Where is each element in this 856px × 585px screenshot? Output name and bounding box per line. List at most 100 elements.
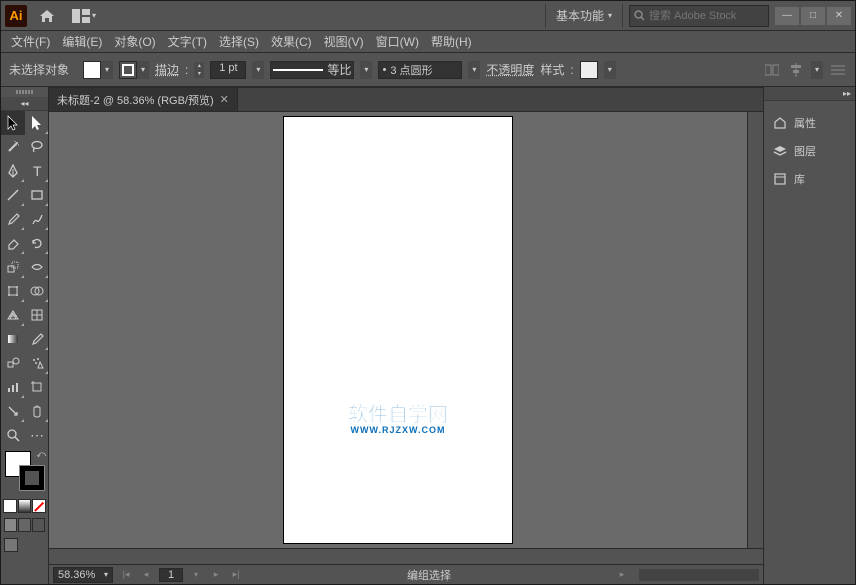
color-mode-none[interactable] [32,499,46,513]
style-swatch[interactable] [580,61,598,79]
paintbrush-tool[interactable] [1,207,25,231]
menu-type[interactable]: 文字(T) [162,30,213,53]
line-tool[interactable] [1,183,25,207]
next-artboard-button[interactable]: ▸ [209,568,223,582]
close-tab-icon[interactable]: ✕ [220,93,229,106]
artboard[interactable]: 软件自学网 WWW.RJZXW.COM [283,116,513,544]
screen-mode[interactable] [4,538,18,552]
edit-toolbar[interactable]: ⋯ [25,423,49,447]
search-input[interactable] [649,10,764,22]
style-dropdown[interactable]: ▾ [604,61,616,79]
opacity-label[interactable]: 不透明度 [486,61,534,78]
zoom-level[interactable]: 58.36% ▾ [53,567,113,583]
document-tab[interactable]: 未标题-2 @ 58.36% (RGB/预览) ✕ [49,88,238,111]
color-mode-gradient[interactable] [18,499,32,513]
artboard-tool[interactable] [25,375,49,399]
app-icon: Ai [5,5,27,27]
first-artboard-button[interactable]: |◂ [119,568,133,582]
stroke-weight-dropdown[interactable]: ▾ [252,61,264,79]
zoom-tool[interactable] [1,423,25,447]
slice-tool[interactable] [1,399,25,423]
column-graph-tool[interactable] [1,375,25,399]
stroke-dropdown[interactable]: ▾ [137,61,149,79]
draw-normal[interactable] [4,518,17,532]
canvas[interactable]: 软件自学网 WWW.RJZXW.COM [49,112,747,548]
minimize-button[interactable]: — [775,7,799,25]
align-icon[interactable] [787,61,805,79]
prev-artboard-button[interactable]: ◂ [139,568,153,582]
search-adobe-stock[interactable] [629,5,769,27]
menu-help[interactable]: 帮助(H) [425,30,478,53]
width-profile-select[interactable]: 等比 [270,61,354,79]
stroke-weight-input[interactable]: 1 pt [210,61,246,79]
menu-file[interactable]: 文件(F) [5,30,56,53]
menu-edit[interactable]: 编辑(E) [56,30,108,53]
perspective-grid-tool[interactable] [1,303,25,327]
magic-wand-tool[interactable] [1,135,25,159]
fill-stroke-control[interactable]: ⤺ [1,447,48,497]
last-artboard-button[interactable]: ▸| [229,568,243,582]
close-button[interactable]: ✕ [827,7,851,25]
fill-swatch[interactable] [83,61,101,79]
panel-libraries[interactable]: 库 [764,165,855,193]
hand-tool[interactable] [25,399,49,423]
stroke-label[interactable]: 描边 [155,61,179,78]
color-mode-solid[interactable] [3,499,17,513]
menu-view[interactable]: 视图(V) [318,30,370,53]
pen-tool[interactable] [1,159,25,183]
symbol-sprayer-tool[interactable] [25,351,49,375]
panel-collapse-toggle[interactable]: ▸▸ [764,87,855,101]
stroke-stepper[interactable]: ▴ ▾ [194,62,204,78]
scroll-track[interactable] [639,569,759,581]
selection-tool[interactable] [1,111,25,135]
brush-dot-icon [383,68,386,71]
tools-collapse-toggle[interactable]: ◂◂ [1,97,48,111]
scale-tool[interactable] [1,255,25,279]
prefs-icon[interactable] [829,61,847,79]
brush-dropdown[interactable]: ▾ [468,61,480,79]
arrange-documents-button[interactable]: ▾ [69,4,99,28]
stroke-swatch[interactable] [119,61,137,79]
brush-select[interactable]: 3 点圆形 [378,61,462,79]
free-transform-tool[interactable] [1,279,25,303]
width-tool[interactable] [25,255,49,279]
stroke-up[interactable]: ▴ [194,62,204,70]
shape-builder-tool[interactable] [25,279,49,303]
menu-effect[interactable]: 效果(C) [265,30,318,53]
panel-properties[interactable]: 属性 [764,109,855,137]
draw-inside[interactable] [32,518,45,532]
tools-grip[interactable] [1,87,48,97]
menu-window[interactable]: 窗口(W) [370,30,425,53]
home-button[interactable] [35,4,59,28]
doc-setup-icon[interactable] [763,61,781,79]
align-dropdown[interactable]: ▾ [811,61,823,79]
draw-behind[interactable] [18,518,31,532]
rotate-tool[interactable] [25,231,49,255]
type-tool[interactable]: T [25,159,49,183]
profile-dropdown[interactable]: ▾ [360,61,372,79]
direct-selection-tool[interactable] [25,111,49,135]
stroke-color-box[interactable] [19,465,45,491]
horizontal-scrollbar[interactable] [49,548,763,564]
vertical-scrollbar[interactable] [747,112,763,548]
watermark-main: 软件自学网 [348,398,448,427]
stroke-down[interactable]: ▾ [194,70,204,78]
eraser-tool[interactable] [1,231,25,255]
rectangle-tool[interactable] [25,183,49,207]
swap-fill-stroke-icon[interactable]: ⤺ [36,449,46,460]
artboard-dropdown[interactable]: ▾ [189,568,203,582]
mesh-tool[interactable] [25,303,49,327]
menu-select[interactable]: 选择(S) [213,30,265,53]
lasso-tool[interactable] [25,135,49,159]
artboard-number[interactable]: 1 [159,568,183,582]
workspace-switcher[interactable]: 基本功能 ▾ [545,4,623,28]
status-dropdown[interactable]: ▸ [615,568,629,582]
menu-object[interactable]: 对象(O) [108,30,161,53]
blend-tool[interactable] [1,351,25,375]
fill-dropdown[interactable]: ▾ [101,61,113,79]
panel-layers[interactable]: 图层 [764,137,855,165]
pencil-tool[interactable] [25,207,49,231]
maximize-button[interactable]: □ [801,7,825,25]
gradient-tool[interactable] [1,327,25,351]
eyedropper-tool[interactable] [25,327,49,351]
